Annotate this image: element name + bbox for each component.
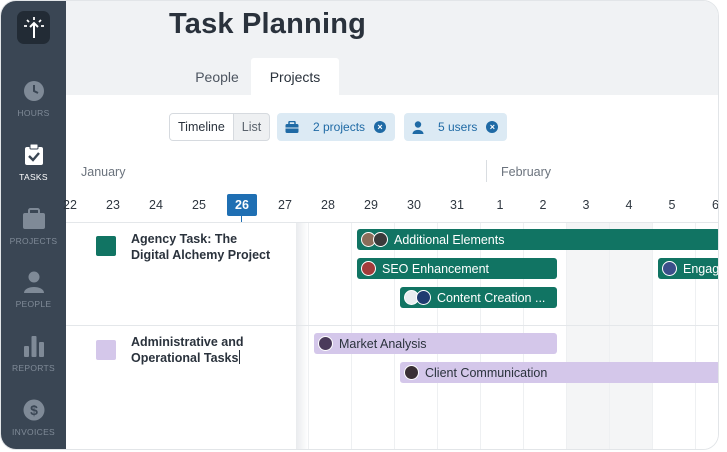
day-label: 28 [321,198,335,212]
assignee-avatars [361,232,388,247]
sidebar-item-label: HOURS [17,108,50,118]
task-bar[interactable]: Additional Elements [357,229,718,250]
avatar [416,290,431,305]
tab-people[interactable]: People [172,58,262,95]
avatar [318,336,333,351]
project-title[interactable]: Administrative and Operational Tasks [131,334,244,366]
svg-text:$: $ [30,402,38,418]
sidebar-item-label: REPORTS [11,363,56,373]
sidebar-item-label: INVOICES [11,427,56,437]
day-label: 27 [278,198,292,212]
task-name: Client Communication [425,365,548,380]
filter-chip-label: 2 projects [313,120,366,134]
task-bar[interactable]: Market Analysis [314,333,557,354]
project-title[interactable]: Agency Task: The Digital Alchemy Project [131,231,270,263]
page-title: Task Planning [169,8,367,40]
sidebar-item-people[interactable]: PEOPLE [1,271,66,331]
day-label: 31 [450,198,464,212]
assignee-avatars [361,261,376,276]
remove-filter-icon[interactable]: × [486,121,499,133]
task-name: Content Creation ... [437,290,546,305]
clock-icon [23,81,44,101]
task-name: Additional Elements [394,232,505,247]
day-label: 6 [712,198,719,212]
task-bar[interactable]: Engag [658,258,719,279]
frozen-column-shadow [296,223,308,449]
view-timeline-button[interactable]: Timeline [170,114,234,140]
filter-chip-users[interactable]: 5 users × [404,113,508,141]
sidebar-item-label: TASKS [19,172,48,182]
task-name: SEO Enhancement [382,261,490,276]
sidebar-item-reports[interactable]: REPORTS [1,335,66,395]
text-cursor [239,350,241,364]
app-window: HOURS TASKS PROJECTS PEOPLE REPORTS $ IN… [0,0,719,450]
day-label: 25 [192,198,206,212]
task-bar[interactable]: SEO Enhancement [357,258,557,279]
task-name: Engag [683,261,719,276]
row-divider [66,325,718,326]
project-color-swatch [96,236,116,256]
project-color-swatch [96,340,116,360]
header-divider [66,222,718,223]
dollar-icon: $ [23,399,44,421]
task-bar[interactable]: Content Creation ... [400,287,557,308]
clipboard-check-icon [24,144,43,165]
person-icon [412,120,424,134]
day-label: 2 [539,198,547,212]
day-label: 29 [364,198,378,212]
app-logo[interactable] [17,11,50,44]
day-label: 30 [407,198,421,212]
month-divider [486,160,487,182]
briefcase-icon [285,121,299,133]
bar-chart-icon [23,336,44,357]
avatar [662,261,677,276]
month-label: February [501,165,552,179]
assignee-avatars [318,336,333,351]
view-toggle: Timeline List [169,113,271,141]
filter-chip-label: 5 users [438,120,478,134]
page-header: Task Planning People Projects [66,1,718,95]
task-bar[interactable]: Client Communication [400,362,718,383]
month-label: January [81,165,126,179]
day-label: 22 [63,198,77,212]
sidebar-item-projects[interactable]: PROJECTS [1,208,66,268]
assignee-avatars [404,290,431,305]
filter-chip-projects[interactable]: 2 projects × [277,113,396,141]
assignee-avatars [404,365,419,380]
day-label: 3 [582,198,590,212]
sidebar-item-invoices[interactable]: $ INVOICES [1,399,66,449]
sidebar: HOURS TASKS PROJECTS PEOPLE REPORTS $ IN… [1,1,66,449]
avatar [361,261,376,276]
avatar [373,232,388,247]
remove-filter-icon[interactable]: × [374,121,387,133]
avatar [404,365,419,380]
person-icon [23,271,44,293]
day-label-today: 26 [227,194,257,216]
tab-projects[interactable]: Projects [251,58,339,95]
task-name: Market Analysis [339,336,427,351]
day-label: 5 [668,198,676,212]
logo-icon [23,16,44,38]
day-label: 1 [496,198,504,212]
view-list-button[interactable]: List [234,114,269,140]
assignee-avatars [662,261,677,276]
day-label: 23 [106,198,120,212]
briefcase-icon [22,208,45,229]
sidebar-item-label: PROJECTS [9,236,58,246]
sidebar-item-hours[interactable]: HOURS [1,80,66,140]
sidebar-item-label: PEOPLE [15,299,52,309]
day-label: 24 [149,198,163,212]
day-label: 4 [625,198,633,212]
